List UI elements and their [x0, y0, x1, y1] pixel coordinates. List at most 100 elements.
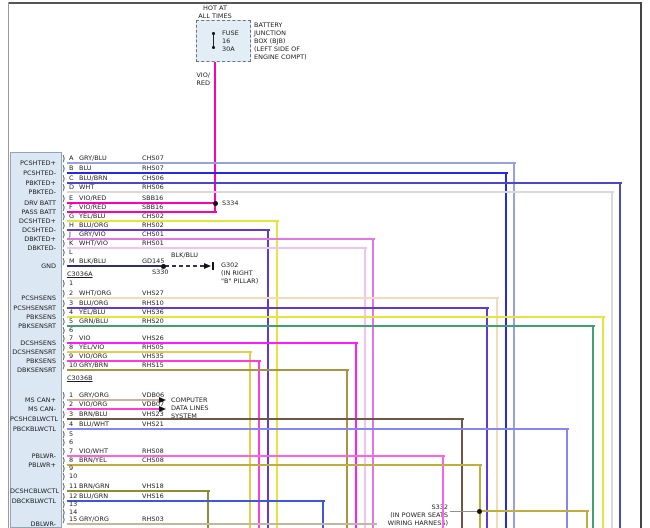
fuse-rating: 30A: [222, 45, 235, 53]
s334-splice-dot: [212, 200, 218, 206]
pin-id-K: K: [69, 239, 74, 247]
row-d-wht-segment: [67, 191, 614, 193]
pin-bracket: ): [62, 410, 66, 419]
s332-leader-segment: [450, 510, 480, 512]
circuit-code-label: VHS26: [142, 334, 164, 342]
pin-id-6: 6: [69, 326, 74, 334]
hot-at-label-line1: HOT AT: [203, 4, 227, 12]
wire-color-label: BLU/WHT: [79, 420, 109, 428]
circuit-code-label: SBB16: [142, 194, 164, 202]
circuit-code-label: CHS01: [142, 230, 164, 238]
s332-splice-label: S332: [431, 503, 448, 511]
wire-color-label: VIO/ORG: [79, 352, 108, 360]
pin-function-label-dbkted-: DBKTED-: [27, 244, 56, 252]
g2-r4-yel-blu-segment: [602, 317, 604, 528]
fuse-label: FUSE: [222, 29, 239, 37]
pin-function-label-dbkted-: DBKTED+: [24, 235, 56, 243]
g3-r4-blu-wht-segment: [566, 429, 568, 528]
row-h-blu-org-segment: [267, 230, 269, 528]
wire-color-label: VIO/RED: [79, 194, 107, 202]
circuit-code-label: VDB07: [142, 400, 165, 408]
g3-r3-brn-blu-segment: [461, 419, 463, 528]
ground-wire-color-label: BLK/BLU: [171, 251, 199, 259]
pin-function-label-dbckblwctl: DBCKBLWCTL: [11, 497, 56, 505]
pin-bracket: ): [62, 279, 66, 288]
circuit-code-label: CHS06: [142, 174, 164, 182]
circuit-code-label: VHS18: [142, 482, 164, 490]
computer-system-label-line2: DATA LINES: [171, 404, 209, 412]
g2-r5-grn-blu-segment: [67, 325, 595, 327]
pin-id-H: H: [69, 221, 74, 229]
row-j-gry-vio-segment: [372, 239, 374, 528]
row-k-wht-vio-segment: [67, 247, 367, 249]
g302-ground-bar: [212, 262, 214, 270]
hot-at-label-line2: ALL TIMES: [198, 12, 232, 20]
pin-bracket: ): [62, 248, 66, 257]
circuit-code-label: VHS23: [142, 410, 164, 418]
pin-function-label-pbksens: PBKSENS: [26, 357, 56, 365]
circuit-code-label: RHS03: [142, 515, 164, 523]
row-b-blu-segment: [67, 172, 508, 174]
pin-id-4: 4: [69, 308, 74, 316]
pin-function-label-pcshted-: PCSHTED+: [19, 159, 56, 167]
bjb-label-line2: JUNCTION: [254, 29, 286, 37]
pin-id-12: 12: [69, 492, 78, 500]
pin-bracket: ): [62, 194, 66, 203]
s332-branch-brn-yel-segment: [586, 511, 588, 528]
wire-color-label: GRY/ORG: [79, 515, 109, 523]
row-a-gry-blu-segment: [513, 163, 515, 528]
pin-id-7: 7: [69, 334, 74, 342]
g3-r12-blu-grn-segment: [67, 500, 325, 502]
g2-r3-blu-org-segment: [486, 308, 488, 528]
wire-color-label: GRY/VIO: [79, 230, 106, 238]
pin-function-label-dcshsens: DCSHSENS: [20, 339, 56, 347]
wire-color-label: BLU/ORG: [79, 299, 109, 307]
pin-function-label-pcshcblwctl: PCSHCBLWCTL: [10, 415, 59, 423]
pin-id-11: 11: [69, 482, 78, 490]
pin-function-label-pbkted-: PBKTED+: [25, 179, 56, 187]
pin-id-3: 3: [69, 410, 74, 418]
pin-id-7: 7: [69, 447, 74, 455]
pin-id-E: E: [69, 194, 74, 202]
g3-r7-vio-wht-segment: [67, 455, 445, 457]
g2-r2-wht-org-segment: [496, 298, 498, 528]
pin-id-A: A: [69, 154, 74, 162]
pin-function-label-pblwr-: PBLWR+: [28, 461, 56, 469]
g2-r7-vio-segment: [355, 343, 357, 528]
wire-color-label: GRY/BLU: [79, 154, 107, 162]
pin-bracket: ): [62, 343, 66, 352]
page-border-right: [640, 2, 642, 528]
pin-id-5: 5: [69, 317, 74, 325]
pin-id-D: D: [69, 183, 75, 191]
pin-function-label-pass-batt: PASS BATT: [21, 208, 57, 216]
pin-bracket: ): [62, 212, 66, 221]
pin-function-label-dblwr-: DBLWR-: [30, 520, 56, 528]
s332-splice-dot: [476, 508, 482, 514]
g302-ground-arrow: [204, 263, 211, 269]
g302-label-line1: G302: [221, 261, 239, 269]
pin-bracket: ): [62, 352, 66, 361]
circuit-code-label: GD145: [142, 257, 165, 265]
g3-r8-brn-yel-segment: [67, 464, 482, 466]
wire-color-label: VIO: [79, 334, 91, 342]
circuit-code-label: VHS16: [142, 492, 164, 500]
bjb-label-line1: BATTERY: [254, 21, 283, 29]
pin-id-C: C: [69, 174, 74, 182]
g2-r10-gry-brn-segment: [346, 370, 348, 528]
wire-color-label: GRY/ORG: [79, 391, 109, 399]
pin-function-label-dcshsensrt: DCSHSENSRT: [12, 348, 56, 356]
row-j-gry-vio-segment: [67, 238, 375, 240]
pin-id-B: B: [69, 164, 74, 172]
circuit-code-label: RHS07: [142, 164, 164, 172]
circuit-code-label: CHS02: [142, 212, 164, 220]
wire-color-label: BLU: [79, 164, 92, 172]
pin-id-1: 1: [69, 391, 74, 399]
wire-color-label: BRN/YEL: [79, 456, 107, 464]
s332-branch-brn-yel-segment: [480, 510, 589, 512]
bjb-label-line5: ENGINE COMPT): [254, 53, 307, 61]
bjb-label-line4: (LEFT SIDE OF: [254, 45, 301, 53]
g2-r9-vio-org-segment: [258, 361, 260, 528]
pin-bracket: ): [62, 183, 66, 192]
s332-location-line2: WIRING HARNESS): [387, 519, 448, 527]
pin-id-9: 9: [69, 464, 74, 472]
